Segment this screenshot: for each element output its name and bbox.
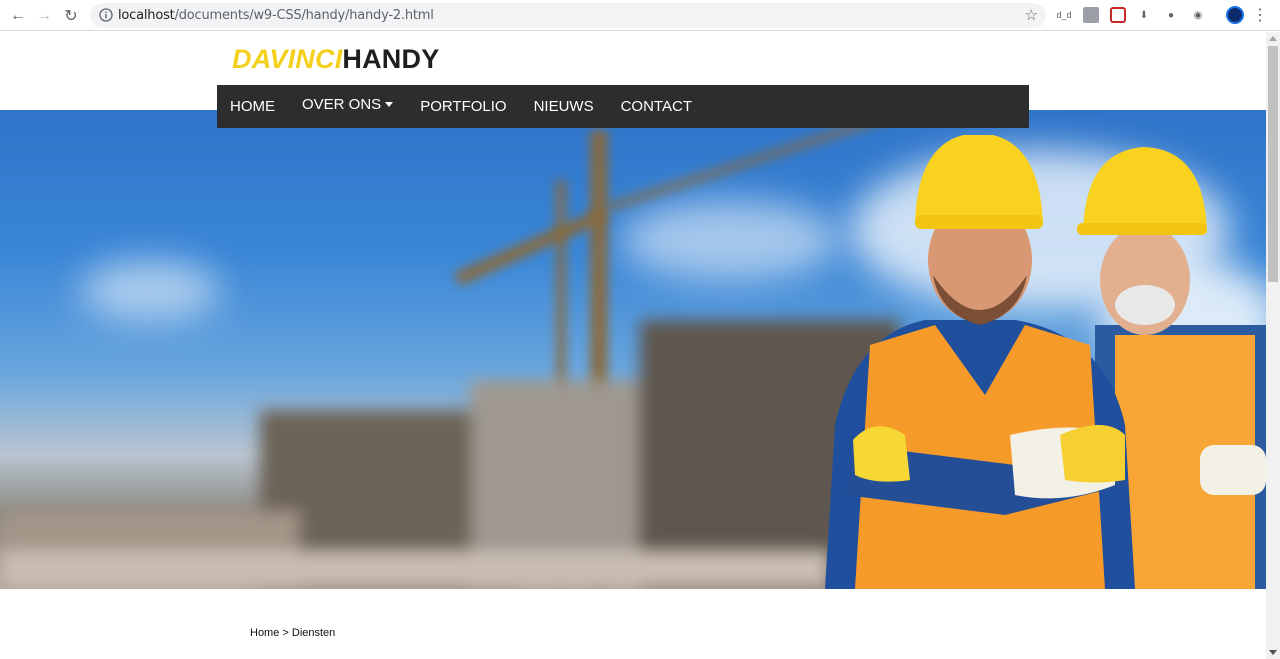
- nav-item-nieuws-label: NIEUWS: [533, 98, 594, 115]
- main-navigation: HOME OVER ONS PORTFOLIO NIEUWS CONTACT: [217, 85, 1029, 128]
- nav-item-home-label: HOME: [230, 98, 275, 115]
- nav-item-portfolio[interactable]: PORTFOLIO: [420, 98, 506, 115]
- nav-item-nieuws[interactable]: NIEUWS: [534, 98, 594, 115]
- site-logo[interactable]: DAVINCIHANDY: [232, 44, 439, 75]
- browser-menu-icon[interactable]: ⋮: [1252, 7, 1268, 24]
- extension-pocket-icon[interactable]: [1110, 7, 1126, 23]
- url-path: /documents/w9-CSS/handy/handy-2.html: [174, 8, 434, 23]
- browser-toolbar: ← → ↻ localhost/documents/w9-CSS/handy/h…: [0, 0, 1280, 31]
- profile-avatar[interactable]: [1226, 6, 1244, 24]
- nav-item-over-ons[interactable]: OVER ONS: [302, 96, 394, 113]
- extension-dd-icon[interactable]: d_d: [1056, 7, 1072, 23]
- info-icon[interactable]: [99, 8, 113, 22]
- logo-part2: HANDY: [342, 44, 440, 74]
- bookmark-star-icon[interactable]: ☆: [1025, 6, 1038, 24]
- caret-down-icon: [385, 102, 394, 107]
- nav-item-contact[interactable]: CONTACT: [621, 98, 692, 115]
- logo-part1: DAVINCI: [232, 44, 343, 74]
- back-icon[interactable]: ←: [8, 6, 28, 26]
- url-host: localhost: [118, 8, 175, 23]
- scrollbar-thumb[interactable]: [1268, 46, 1278, 282]
- construction-workers-image: [825, 135, 1266, 589]
- page: DAVINCIHANDY HOME OVER ONS PORTFOLIO NIE…: [0, 32, 1266, 659]
- page-scrollbar[interactable]: [1266, 32, 1280, 659]
- forward-icon[interactable]: →: [34, 6, 54, 26]
- extension-circle-icon[interactable]: ◉: [1190, 7, 1206, 23]
- nav-item-home[interactable]: HOME: [230, 98, 275, 115]
- extension-dot-icon[interactable]: ●: [1163, 7, 1179, 23]
- scroll-up-icon[interactable]: [1269, 36, 1277, 41]
- url-text[interactable]: localhost/documents/w9-CSS/handy/handy-2…: [118, 8, 434, 23]
- reload-icon[interactable]: ↻: [61, 6, 81, 26]
- extension-k-icon[interactable]: [1083, 7, 1099, 23]
- address-bar[interactable]: localhost/documents/w9-CSS/handy/handy-2…: [90, 3, 1046, 28]
- nav-item-over-ons-label: OVER ONS: [302, 96, 382, 113]
- nav-item-contact-label: CONTACT: [620, 98, 692, 115]
- scroll-down-icon[interactable]: [1269, 650, 1277, 655]
- breadcrumb[interactable]: Home > Diensten: [250, 627, 335, 639]
- download-arrow-icon[interactable]: ⬇: [1136, 7, 1152, 23]
- extension-dd-label: d_d: [1056, 10, 1072, 20]
- hero-image: [0, 110, 1266, 589]
- nav-item-portfolio-label: PORTFOLIO: [420, 98, 507, 115]
